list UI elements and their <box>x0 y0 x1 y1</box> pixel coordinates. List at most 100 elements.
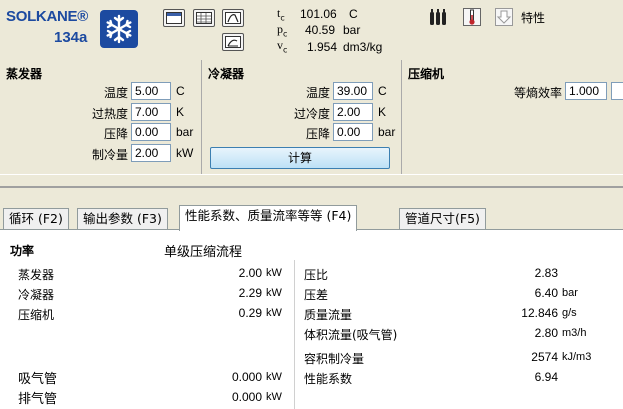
pane-splitter[interactable] <box>0 186 623 188</box>
cond-subcool-input[interactable]: 2.00 <box>333 103 373 121</box>
ph-diagram-button[interactable] <box>222 33 244 51</box>
evap-pdrop-input[interactable]: 0.00 <box>131 123 171 141</box>
evap-capacity-input[interactable]: 2.00 <box>131 144 171 162</box>
pressure-difference-value: 6.40 <box>534 286 558 300</box>
cond-temp-unit: C <box>378 84 387 98</box>
power-compressor-value: 0.29 <box>238 306 262 320</box>
cycle-diagram-button[interactable] <box>222 9 244 27</box>
logo-model: 134a <box>54 29 88 46</box>
discharge-line-label: 排气管 <box>18 392 58 407</box>
volume-flow-label: 体积流量(吸气管) <box>304 328 398 342</box>
efficiency-option-box[interactable] <box>611 82 623 100</box>
snowflake-logo-icon <box>100 10 138 48</box>
tab-performance[interactable]: 性能系数、质量流率等等 (F4) <box>179 205 358 231</box>
table-icon <box>196 12 212 24</box>
volume-flow-unit: m3/h <box>562 327 587 339</box>
cond-temp-label: 温度 <box>305 86 330 100</box>
pressure-ratio-value: 2.83 <box>534 266 558 280</box>
arrow-down-icon <box>495 8 513 26</box>
pressure-ratio-label: 压比 <box>304 268 329 282</box>
cond-temp-input[interactable]: 39.00 <box>333 82 373 100</box>
evaporator-title: 蒸发器 <box>6 67 43 81</box>
vc-symbol: vc <box>277 38 288 55</box>
power-evaporator-unit: kW <box>266 267 282 279</box>
cond-pdrop-input[interactable]: 0.00 <box>333 123 373 141</box>
vc-value: 1.954 <box>307 40 338 54</box>
evap-temp-unit: C <box>176 84 185 98</box>
tab-pipe-sizing[interactable]: 管道尺寸(F5) <box>399 208 486 230</box>
isentropic-efficiency-input[interactable]: 1.000 <box>565 82 607 100</box>
chart-icon <box>225 12 241 24</box>
compressor-title: 压缩机 <box>408 67 445 81</box>
pc-unit: bar <box>343 23 361 37</box>
power-header: 功率 <box>10 244 35 258</box>
download-button[interactable] <box>494 7 514 27</box>
pc-symbol: pc <box>277 22 288 39</box>
process-title: 单级压缩流程 <box>164 245 243 260</box>
discharge-line-unit: kW <box>266 391 282 403</box>
performance-content: 功率 单级压缩流程 蒸发器 2.00 kW 冷凝器 2.29 kW 压缩机 0.… <box>0 229 623 409</box>
power-condenser-value: 2.29 <box>238 286 262 300</box>
thermometer-icon <box>463 8 481 26</box>
mass-flow-value: 12.846 <box>521 306 558 320</box>
tc-unit: C <box>349 7 358 21</box>
volumetric-capacity-value: 2574 <box>531 350 558 364</box>
isentropic-efficiency-label: 等熵效率 <box>513 86 562 100</box>
mass-flow-label: 质量流量 <box>304 308 353 322</box>
header: SOLKANE® 134a tc 101.06 C pc 40.59 bar v… <box>0 0 623 60</box>
tab-output-parameters[interactable]: 输出参数 (F3) <box>77 208 168 230</box>
power-evaporator-value: 2.00 <box>238 266 262 280</box>
cond-pdrop-unit: bar <box>378 125 396 139</box>
evap-pdrop-unit: bar <box>176 125 194 139</box>
power-compressor-unit: kW <box>266 307 282 319</box>
input-panels: 蒸发器 温度 5.00 C 过热度 7.00 K 压降 0.00 bar 制冷量… <box>0 60 623 174</box>
pressure-difference-unit: bar <box>562 287 578 299</box>
suction-line-unit: kW <box>266 371 282 383</box>
compressor-panel: 压缩机 等熵效率 1.000 <box>402 60 623 174</box>
tab-bar: 循环 (F2) 输出参数 (F3) 性能系数、质量流率等等 (F4) 管道尺寸(… <box>0 204 623 231</box>
mass-flow-unit: g/s <box>562 307 577 319</box>
properties-label[interactable]: 特性 <box>521 9 545 26</box>
window-icon <box>166 12 182 24</box>
splitter-area <box>0 174 623 204</box>
evaporator-panel: 蒸发器 温度 5.00 C 过热度 7.00 K 压降 0.00 bar 制冷量… <box>0 60 202 174</box>
volumetric-capacity-label: 容积制冷量 <box>304 352 365 366</box>
evap-superheat-label: 过热度 <box>91 107 128 121</box>
evap-superheat-input[interactable]: 7.00 <box>131 103 171 121</box>
suction-line-label: 吸气管 <box>18 372 58 387</box>
pressure-difference-label: 压差 <box>304 288 329 302</box>
tab-cycle[interactable]: 循环 (F2) <box>3 208 69 230</box>
table-view-button[interactable] <box>193 9 215 27</box>
vc-unit: dm3/kg <box>343 40 383 54</box>
evap-temp-label: 温度 <box>103 86 128 100</box>
evap-pdrop-label: 压降 <box>103 127 128 141</box>
cylinders-button[interactable] <box>428 8 450 26</box>
cop-label: 性能系数 <box>304 372 353 386</box>
evap-capacity-unit: kW <box>176 146 194 160</box>
volumetric-capacity-unit: kJ/m3 <box>562 351 592 363</box>
cond-pdrop-label: 压降 <box>305 127 330 141</box>
logo-brand: SOLKANE® <box>6 8 88 25</box>
gas-cylinders-icon <box>430 9 446 25</box>
tc-symbol: tc <box>277 6 285 23</box>
power-condenser-label: 冷凝器 <box>18 288 55 302</box>
window-view-button[interactable] <box>163 9 185 27</box>
suction-line-value: 0.000 <box>231 370 262 384</box>
pc-value: 40.59 <box>305 23 336 37</box>
discharge-line-value: 0.000 <box>231 390 262 404</box>
tc-value: 101.06 <box>300 7 337 21</box>
evap-superheat-unit: K <box>176 105 185 119</box>
power-condenser-unit: kW <box>266 287 282 299</box>
volume-flow-value: 2.80 <box>534 326 558 340</box>
power-evaporator-label: 蒸发器 <box>18 268 55 282</box>
cop-value: 6.94 <box>534 370 558 384</box>
evap-temp-input[interactable]: 5.00 <box>131 82 171 100</box>
condenser-title: 冷凝器 <box>208 67 245 81</box>
thermometer-button[interactable] <box>462 7 482 27</box>
diagram-icon <box>225 36 241 48</box>
cond-subcool-unit: K <box>378 105 387 119</box>
evap-capacity-label: 制冷量 <box>91 148 128 162</box>
calculate-button[interactable]: 计算 <box>210 147 390 169</box>
power-compressor-label: 压缩机 <box>18 308 55 322</box>
cond-subcool-label: 过冷度 <box>293 107 330 121</box>
